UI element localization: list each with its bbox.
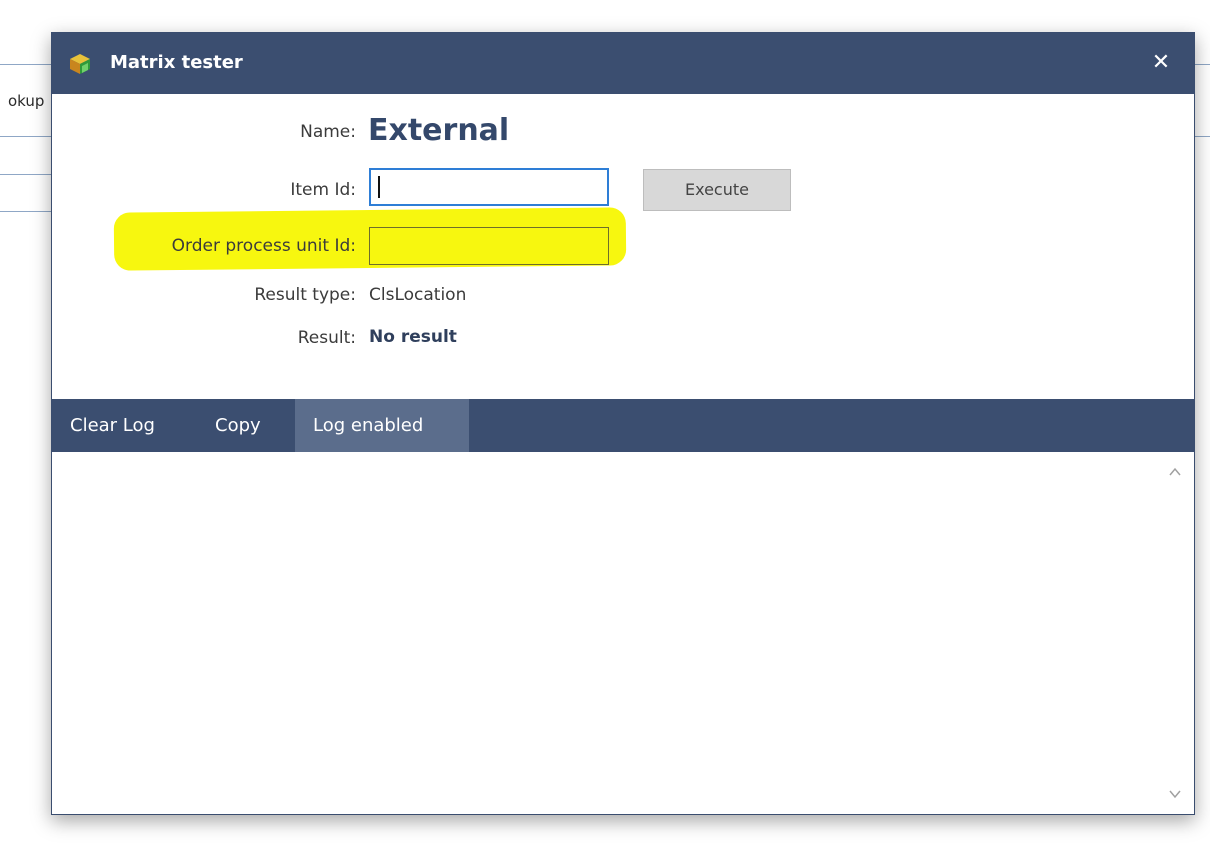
background-divider: [1195, 64, 1210, 65]
close-icon: ✕: [1151, 50, 1171, 75]
item-id-input[interactable]: [369, 168, 609, 206]
log-toolbar: Clear Log Copy Log enabled: [52, 399, 1194, 452]
copy-button[interactable]: Copy: [197, 399, 279, 452]
result-type-value: ClsLocation: [369, 285, 467, 305]
log-scrollbar[interactable]: [1157, 452, 1193, 814]
dialog-title: Matrix tester: [110, 52, 243, 73]
background-partial-text: okup: [8, 92, 45, 110]
order-process-unit-id-label: Order process unit Id:: [171, 236, 356, 256]
background-divider: [0, 211, 52, 212]
dialog-titlebar[interactable]: Matrix tester ✕: [52, 33, 1194, 94]
log-output[interactable]: [52, 452, 1194, 814]
background-divider: [1195, 136, 1210, 137]
result-value: No result: [369, 327, 457, 347]
text-caret: [378, 176, 380, 198]
clear-log-button[interactable]: Clear Log: [52, 399, 173, 452]
chevron-up-icon[interactable]: [1167, 464, 1183, 480]
background-divider: [0, 136, 52, 137]
matrix-tester-dialog: Matrix tester ✕ Name: External Item Id: …: [51, 32, 1195, 815]
chevron-down-icon[interactable]: [1167, 786, 1183, 802]
result-type-label: Result type:: [254, 285, 356, 305]
execute-button[interactable]: Execute: [643, 169, 791, 211]
name-value: External: [368, 113, 510, 148]
log-enabled-toggle[interactable]: Log enabled: [295, 399, 469, 452]
name-label: Name:: [300, 122, 356, 142]
background-divider: [0, 64, 52, 65]
close-button[interactable]: ✕: [1146, 46, 1176, 80]
order-process-unit-id-input[interactable]: [369, 227, 609, 265]
item-id-label: Item Id:: [290, 180, 356, 200]
result-label: Result:: [297, 328, 356, 348]
background-divider: [0, 174, 52, 175]
app-cube-icon: [68, 52, 92, 76]
